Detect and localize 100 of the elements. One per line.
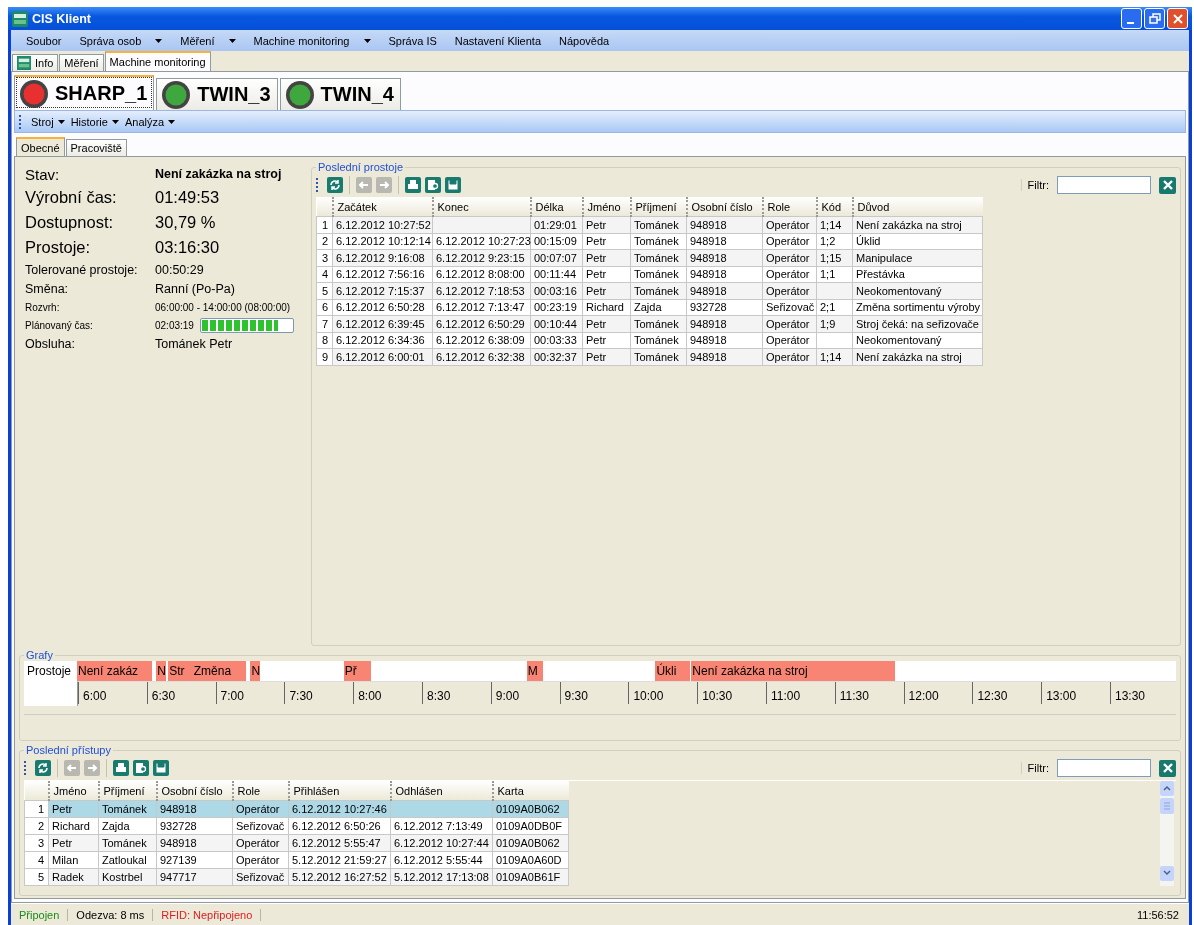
table-cell: 948918 xyxy=(156,800,233,818)
scrollbar[interactable] xyxy=(1160,781,1174,886)
restore-icon xyxy=(1148,12,1161,25)
table-cell: Petr xyxy=(582,216,631,233)
table-cell: Tománek xyxy=(630,332,687,349)
menu-item[interactable]: Správa osob xyxy=(70,34,172,47)
column-header[interactable] xyxy=(24,781,49,801)
clear-filter-button[interactable] xyxy=(1159,759,1176,777)
column-header[interactable]: Příjmení xyxy=(98,781,157,801)
table-cell: Tománek xyxy=(98,800,157,818)
table-row[interactable]: 4 Milan Zatloukal 927139 Operátor 5.12.2012 21:59:27 6.12.2012 5:55:44 0109A0A60D xyxy=(24,851,569,869)
field-value: 02:03:19 xyxy=(155,319,194,331)
column-header[interactable]: Jméno xyxy=(582,197,631,217)
column-header[interactable] xyxy=(316,197,333,217)
column-header[interactable]: Konec xyxy=(432,197,531,217)
save-button[interactable] xyxy=(444,176,462,194)
field-label: Rozvrh: xyxy=(25,301,61,313)
table-cell: 0109A0B062 xyxy=(492,800,569,818)
table-cell: Operátor xyxy=(762,233,817,250)
table-cell: Operátor xyxy=(762,332,817,349)
table-cell: Operátor xyxy=(762,266,817,283)
print-button[interactable] xyxy=(404,176,422,194)
refresh-button[interactable] xyxy=(326,176,344,194)
downtime-bar: N xyxy=(250,661,261,681)
table-cell: Úklid xyxy=(852,233,983,250)
table-cell: 6.12.2012 10:27:23 xyxy=(432,233,531,250)
table-cell: Není zakázka na stroj xyxy=(852,216,983,233)
table-cell: 932728 xyxy=(156,817,233,835)
save-button[interactable] xyxy=(152,759,170,777)
machine-tab[interactable]: TWIN_4 xyxy=(279,78,401,110)
column-header[interactable]: Karta xyxy=(492,781,569,801)
tab[interactable]: Machine monitoring xyxy=(104,51,211,71)
table-row[interactable]: 1 Petr Tománek 948918 Operátor 6.12.2012 10:27:46 0109A0B062 xyxy=(24,800,569,818)
table-cell: 6.12.2012 10:12:14 xyxy=(332,233,433,250)
tab[interactable]: Měření xyxy=(59,54,104,71)
field-label: Prostoje: xyxy=(25,238,92,257)
column-header[interactable]: Odhlášen xyxy=(390,781,493,801)
caret-icon xyxy=(168,119,176,124)
menu-item[interactable]: Machine monitoring xyxy=(244,34,380,47)
machine-tab[interactable]: SHARP_1 xyxy=(14,75,155,110)
group-title: Poslední přístupy xyxy=(25,744,112,756)
column-header[interactable]: Osobní číslo xyxy=(686,197,763,217)
menu-item[interactable]: Nastavení Klienta xyxy=(445,34,551,47)
column-header[interactable]: Začátek xyxy=(332,197,433,217)
field-label: Obsluha: xyxy=(25,336,77,351)
minimize-button[interactable] xyxy=(1121,8,1142,29)
machine-tab[interactable]: TWIN_3 xyxy=(156,78,278,110)
preview-button[interactable] xyxy=(424,176,442,194)
app-logo-icon xyxy=(12,10,28,27)
column-header[interactable]: Kód xyxy=(816,197,853,217)
caret-icon xyxy=(57,119,65,124)
field-value: 00:50:29 xyxy=(155,262,204,277)
downtime-bar: Změna xyxy=(192,661,247,681)
table-cell: Tománek xyxy=(630,233,687,250)
column-header[interactable]: Přihlášen xyxy=(288,781,391,801)
tab[interactable]: Obecné xyxy=(16,137,65,156)
table-row[interactable]: 5 Radek Kostrbel 947717 Seřizovač 5.12.2012 16:27:52 5.12.2012 17:13:08 0109A0B61F xyxy=(24,868,569,886)
table-cell: Petr xyxy=(582,266,631,283)
print-button[interactable] xyxy=(112,759,130,777)
tab[interactable]: Pracoviště xyxy=(65,139,127,156)
downtime-bar: Úkli xyxy=(655,661,691,681)
column-header[interactable]: Role xyxy=(762,197,817,217)
field-value: Ranní (Po-Pa) xyxy=(155,281,235,296)
filter-label: Filtr: xyxy=(1020,762,1049,774)
downtime-bar: Př xyxy=(343,661,371,681)
menu-item[interactable]: Měření xyxy=(171,34,245,47)
column-header[interactable]: Osobní číslo xyxy=(156,781,233,801)
column-header[interactable]: Příjmení xyxy=(630,197,687,217)
column-header[interactable]: Délka xyxy=(530,197,583,217)
table-row[interactable]: 3 Petr Tománek 948918 Operátor 6.12.2012 5:55:47 6.12.2012 10:27:44 0109A0B062 xyxy=(24,834,569,852)
table-cell: 948918 xyxy=(686,266,763,283)
rfid-status: RFID: Nepřipojeno xyxy=(153,908,262,921)
menu-item[interactable]: Nápověda xyxy=(550,34,619,47)
field-value: 03:16:30 xyxy=(155,238,220,257)
toolbar-menu[interactable]: Stroj xyxy=(29,115,67,128)
refresh-button[interactable] xyxy=(34,759,52,777)
filter-label: Filtr: xyxy=(1020,179,1049,191)
preview-button[interactable] xyxy=(132,759,150,777)
table-cell xyxy=(816,332,853,349)
close-button[interactable] xyxy=(1167,8,1188,29)
table-cell: 948918 xyxy=(686,233,763,250)
axis-tick-label: 12:00 xyxy=(903,682,939,704)
table-cell: Tománek xyxy=(630,216,687,233)
menu-item[interactable]: Soubor xyxy=(17,34,71,47)
column-header[interactable]: Důvod xyxy=(852,197,983,217)
column-header[interactable]: Role xyxy=(232,781,289,801)
clear-filter-button[interactable] xyxy=(1159,176,1176,194)
field-value: 01:49:53 xyxy=(155,188,220,207)
toolbar-menu[interactable]: Analýza xyxy=(122,115,178,128)
menu-item[interactable]: Správa IS xyxy=(379,34,446,47)
tab[interactable]: Info xyxy=(12,54,59,71)
table-cell: Operátor xyxy=(232,800,289,818)
toolbar-menu[interactable]: Historie xyxy=(68,115,121,128)
restore-button[interactable] xyxy=(1144,8,1165,29)
app-logo-icon xyxy=(17,56,31,70)
column-header[interactable]: Jméno xyxy=(48,781,99,801)
table-row[interactable]: 2 Richard Zajda 932728 Seřizovač 6.12.2012 6:50:26 6.12.2012 7:13:49 0109A0DB0F xyxy=(24,817,569,835)
filter-field[interactable] xyxy=(1057,176,1151,194)
filter-field[interactable] xyxy=(1057,759,1151,777)
table-cell: 6.12.2012 5:55:44 xyxy=(390,851,493,869)
